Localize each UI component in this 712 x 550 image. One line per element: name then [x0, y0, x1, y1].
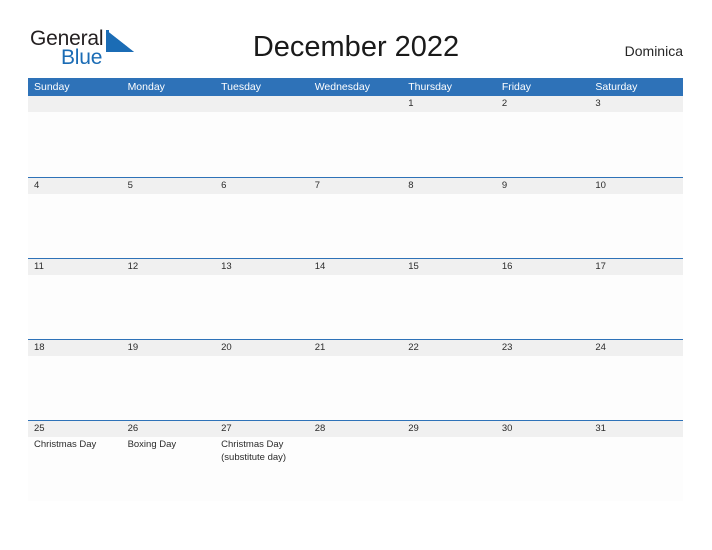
day-cell[interactable]: 28	[309, 421, 403, 501]
day-cell[interactable]: 19	[122, 340, 216, 420]
calendar-page: General Blue December 2022 Dominica Sund…	[0, 0, 712, 550]
day-number: 21	[314, 342, 326, 353]
day-number: 15	[408, 261, 419, 272]
day-event: Christmas Day	[34, 439, 97, 450]
day-number: 12	[127, 261, 139, 272]
day-header-sunday: Sunday	[34, 81, 70, 93]
day-number: 23	[501, 342, 513, 353]
day-number: 9	[501, 180, 508, 191]
day-cell[interactable]: 23	[496, 340, 590, 420]
day-number: 16	[501, 261, 513, 272]
day-number: 25	[34, 423, 45, 434]
day-cell[interactable]: 10	[589, 178, 683, 258]
day-cell[interactable]: 14	[309, 259, 403, 339]
day-cell[interactable]: 5	[122, 178, 216, 258]
day-cell[interactable]: 2	[496, 96, 590, 177]
day-number: 14	[314, 261, 326, 272]
page-header: General Blue December 2022 Dominica	[0, 0, 712, 76]
day-cell[interactable]: 9	[496, 178, 590, 258]
day-cell[interactable]	[28, 96, 122, 177]
day-number: 30	[501, 423, 513, 434]
day-number: 18	[34, 342, 45, 353]
day-cell[interactable]: 26 Boxing Day	[122, 421, 216, 501]
week-row: 1 2 3	[28, 96, 683, 177]
day-number: 3	[595, 98, 601, 109]
day-header-tuesday: Tuesday	[221, 81, 262, 93]
day-event: Christmas Day (substitute day)	[221, 439, 287, 463]
day-cell[interactable]: 25 Christmas Day	[28, 421, 122, 501]
day-number: 29	[408, 423, 419, 434]
day-cell[interactable]: 12	[122, 259, 216, 339]
day-cell[interactable]: 18	[28, 340, 122, 420]
day-number: 1	[408, 98, 414, 109]
calendar-table: Sunday Monday Tuesday Wednesday Thursday…	[28, 78, 683, 501]
day-number: 2	[501, 98, 508, 109]
day-number: 13	[221, 261, 232, 272]
day-number	[34, 96, 122, 112]
week-row: 11 12 13 14 15 16 17	[28, 258, 683, 339]
day-cell[interactable]	[309, 96, 403, 177]
day-cell[interactable]: 4	[28, 178, 122, 258]
day-cell[interactable]: 22	[402, 340, 496, 420]
day-cell[interactable]: 3	[589, 96, 683, 177]
day-cell[interactable]: 1	[402, 96, 496, 177]
day-number: 24	[595, 342, 606, 353]
day-cell[interactable]: 8	[402, 178, 496, 258]
day-number: 11	[34, 261, 44, 272]
day-number: 19	[127, 342, 139, 353]
day-number: 6	[221, 180, 227, 191]
page-title: December 2022	[252, 31, 460, 63]
day-cell[interactable]: 31	[589, 421, 683, 501]
day-cell[interactable]	[215, 96, 309, 177]
week-row: 25 Christmas Day 26 Boxing Day 27 Christmas…	[28, 420, 683, 501]
day-event: Boxing Day	[127, 439, 177, 450]
day-number: 8	[408, 180, 414, 191]
country-label: Dominica	[624, 43, 683, 59]
day-cell[interactable]: 7	[309, 178, 403, 258]
day-number: 22	[408, 342, 419, 353]
day-number: 7	[314, 180, 320, 191]
day-number: 31	[595, 423, 606, 434]
day-cell[interactable]: 17	[589, 259, 683, 339]
day-number	[221, 96, 309, 112]
day-header-thursday: Thursday	[408, 81, 453, 93]
day-cell[interactable]: 29	[402, 421, 496, 501]
day-number: 20	[221, 342, 232, 353]
day-header-friday: Friday	[501, 81, 531, 93]
day-number: 27	[221, 423, 232, 434]
day-cell[interactable]: 13	[215, 259, 309, 339]
day-number: 4	[34, 180, 40, 191]
day-cell[interactable]: 27 Christmas Day (substitute day)	[215, 421, 309, 501]
week-row: 18 19 20 21 22 23 24	[28, 339, 683, 420]
day-header-saturday: Saturday	[595, 81, 638, 93]
day-number: 5	[127, 180, 133, 191]
day-cell[interactable]: 6	[215, 178, 309, 258]
day-number	[128, 96, 216, 112]
day-cell[interactable]: 20	[215, 340, 309, 420]
day-number: 10	[595, 180, 606, 191]
day-of-week-header-row: Sunday Monday Tuesday Wednesday Thursday…	[28, 78, 683, 96]
day-header-monday: Monday	[127, 81, 165, 93]
day-cell[interactable]: 15	[402, 259, 496, 339]
day-number: 17	[595, 261, 606, 272]
day-cell[interactable]: 21	[309, 340, 403, 420]
day-cell[interactable]: 11	[28, 259, 122, 339]
day-number: 26	[127, 423, 139, 434]
day-number	[315, 96, 403, 112]
day-number: 28	[314, 423, 326, 434]
day-cell[interactable]: 16	[496, 259, 590, 339]
day-cell[interactable]: 30	[496, 421, 590, 501]
week-row: 4 5 6 7 8 9 10	[28, 177, 683, 258]
day-cell[interactable]	[122, 96, 216, 177]
day-cell[interactable]: 24	[589, 340, 683, 420]
day-header-wednesday: Wednesday	[314, 81, 370, 93]
